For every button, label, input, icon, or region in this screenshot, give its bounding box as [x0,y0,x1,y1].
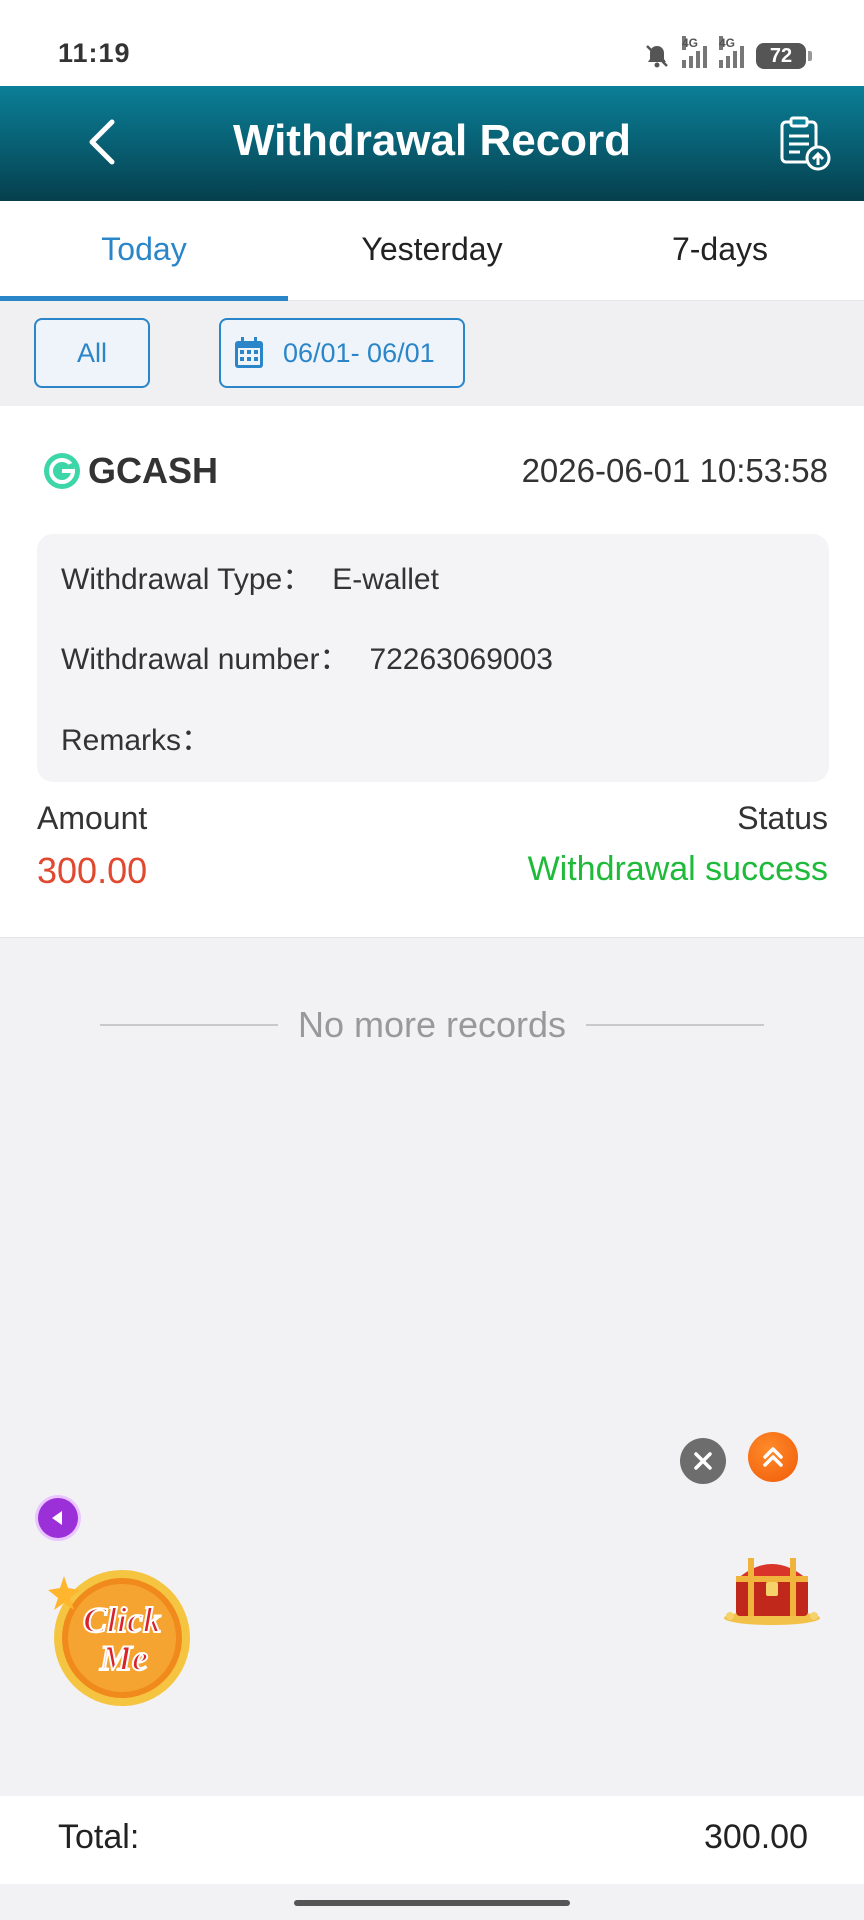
status-value: Withdrawal success [527,850,828,888]
withdrawal-record-card[interactable]: GCASH 2026-06-01 10:53:58 Withdrawal Typ… [0,406,864,938]
record-datetime: 2026-06-01 10:53:58 [521,452,828,489]
click-me-line2: Me [99,1638,148,1678]
home-indicator[interactable] [294,1900,570,1906]
close-icon [694,1452,712,1470]
treasure-chest-button[interactable] [720,1546,824,1626]
amount-label: Amount [37,800,148,836]
record-details: Withdrawal Type： E-wallet Withdrawal numb… [37,534,829,782]
divider-right [586,1024,764,1026]
date-range-label: 06/01- 06/01 [283,337,435,368]
withdrawal-number-row: Withdrawal number： 72263069003 [61,634,553,678]
withdrawal-type-label: Withdrawal Type： [61,563,313,596]
scroll-top-icon [763,1447,783,1467]
status-bar: 11:19 4G 4G 72 [0,0,864,86]
export-record-button[interactable] [774,114,834,174]
withdrawal-number-value: 72263069003 [369,643,553,676]
signal-2-icon: 4G [719,36,744,68]
total-label: Total: [58,1818,140,1856]
tab-today[interactable]: Today [0,201,288,301]
filter-bar: All 06/01- 06/01 [0,301,864,406]
export-record-icon [780,116,831,171]
click-me-badge: Click Me [48,1570,190,1706]
payment-method-name: GCASH [88,450,219,491]
amount-value: 300.00 [37,850,148,891]
date-tabs: Today Yesterday 7-days [0,201,864,301]
status-icons: 4G 4G 72 [644,36,812,72]
payment-method: GCASH [42,450,218,492]
close-floating-button[interactable] [680,1438,726,1484]
page-title: Withdrawal Record [232,116,632,165]
withdrawal-type-value: E-wallet [332,563,439,596]
status-time: 11:19 [58,38,131,68]
mute-bell-icon [646,45,668,68]
scroll-top-button[interactable] [748,1432,798,1482]
treasure-chest-icon [724,1558,820,1625]
total-footer: Total: 300.00 [0,1796,864,1884]
withdrawal-number-label: Withdrawal number： [61,643,350,676]
filter-all-button[interactable]: All [34,318,150,388]
total-value: 300.00 [704,1818,808,1856]
signal-1-icon: 4G [682,36,707,68]
click-me-line1: Click [83,1600,161,1640]
collapse-widget-button[interactable] [38,1498,78,1538]
collapse-arrow-icon [52,1511,62,1525]
status-label: Status [737,800,828,836]
gcash-logo-icon [44,453,80,489]
battery-indicator: 72 [756,43,812,69]
divider-left [100,1024,278,1026]
network-2-label: 4G [719,36,736,50]
date-range-button[interactable]: 06/01- 06/01 [219,318,465,388]
no-more-records: No more records [100,998,764,1052]
click-me-promo-button[interactable]: Click Me [44,1558,194,1708]
app-header: Withdrawal Record [0,86,864,201]
withdrawal-type-row: Withdrawal Type： E-wallet [61,554,439,598]
remarks-label: Remarks： [61,724,212,757]
calendar-icon [235,337,263,368]
no-more-records-text: No more records [297,1004,567,1045]
tab-yesterday[interactable]: Yesterday [288,201,576,300]
tab-7-days[interactable]: 7-days [576,201,864,300]
network-1-label: 4G [682,36,699,50]
remarks-row: Remarks： [61,715,231,759]
